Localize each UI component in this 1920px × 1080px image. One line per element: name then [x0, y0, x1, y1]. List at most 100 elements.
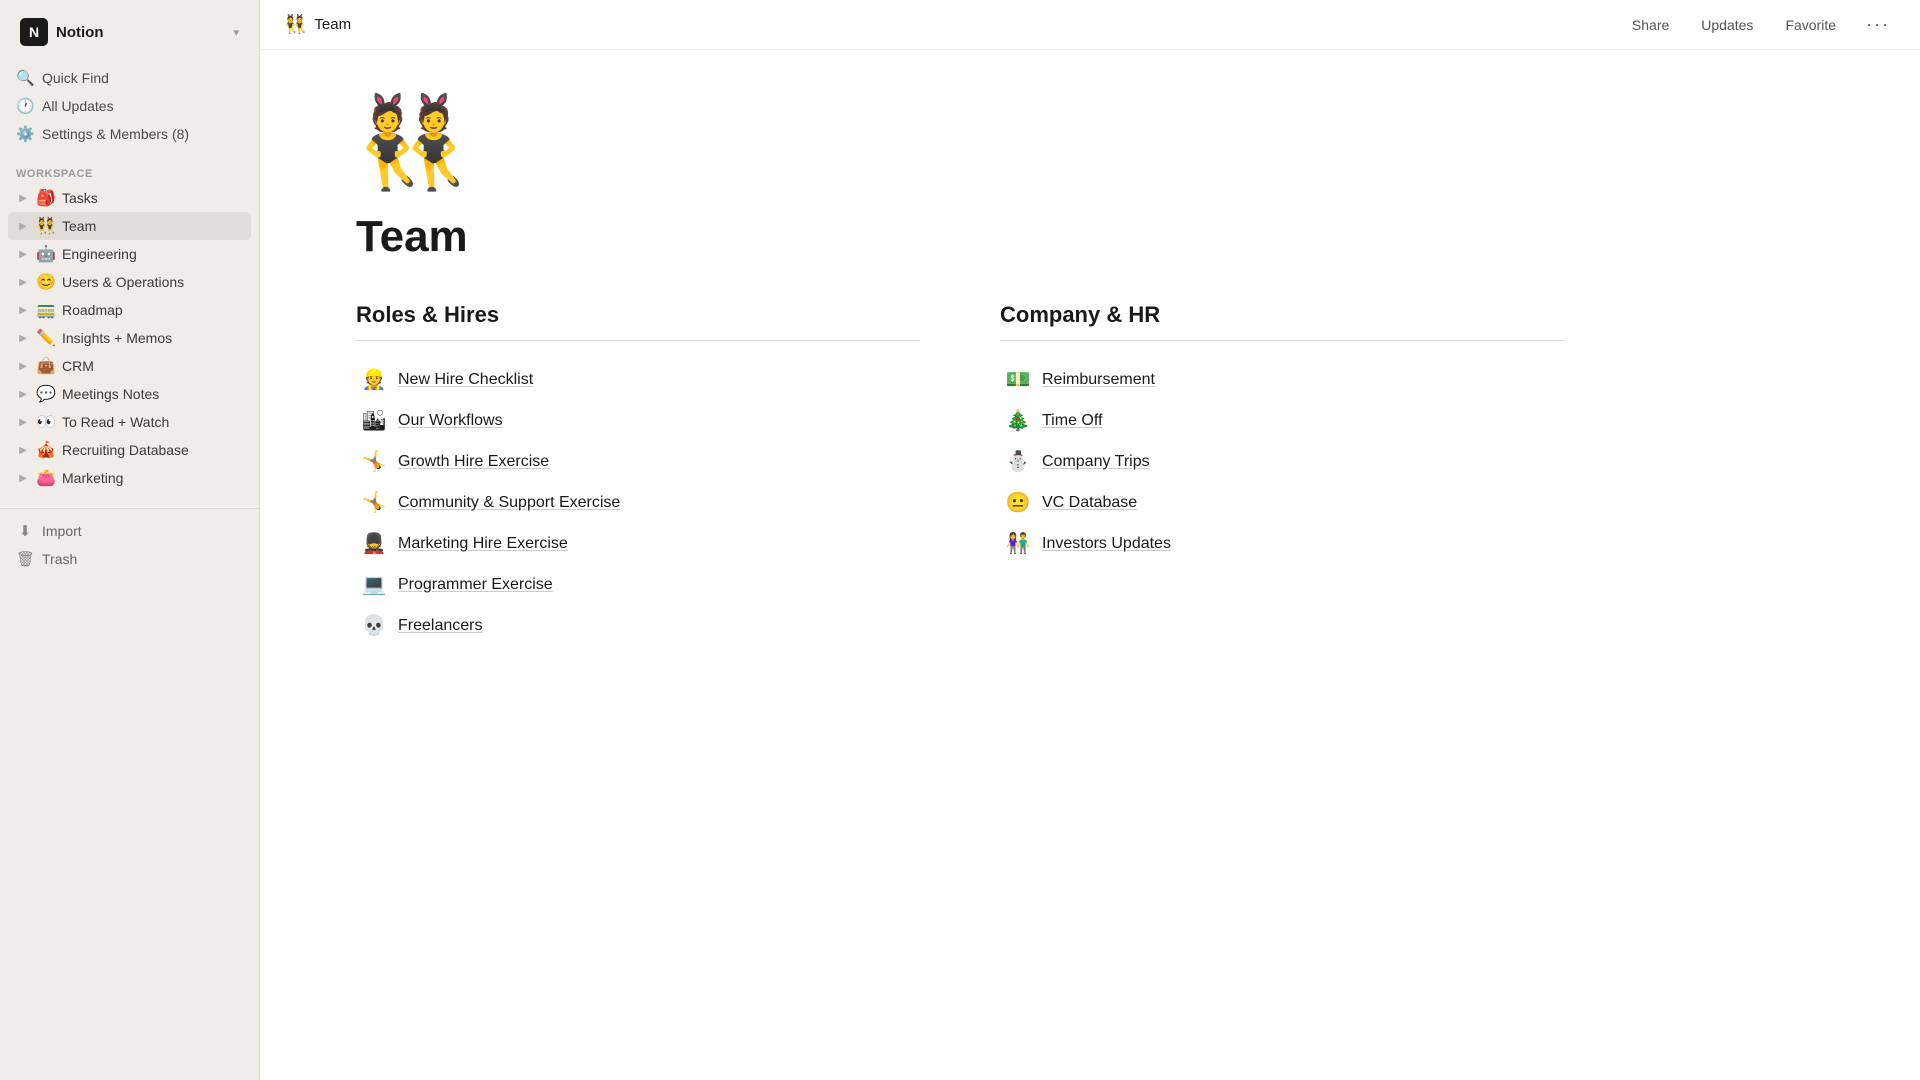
- crm-emoji: 👜: [36, 356, 56, 376]
- link-emoji: 🤸: [360, 490, 388, 515]
- link-emoji: 💵: [1004, 367, 1032, 392]
- sidebar-item-to-read-watch[interactable]: ▶ 👀 To Read + Watch: [8, 408, 251, 436]
- sidebar-item-engineering[interactable]: ▶ 🤖 Engineering: [8, 240, 251, 268]
- link-emoji: 👫: [1004, 531, 1032, 556]
- link-text: Time Off: [1042, 412, 1102, 430]
- gear-icon: ⚙️: [16, 125, 34, 143]
- main-content: 👯 Team Share Updates Favorite ··· 👯 Team…: [260, 0, 1920, 1080]
- sidebar-recruiting-label: Recruiting Database: [62, 442, 189, 458]
- sidebar-meetings-label: Meetings Notes: [62, 386, 159, 402]
- page-title: Team: [356, 212, 1564, 262]
- link-item-growth-hire-exercise[interactable]: 🤸 Growth Hire Exercise: [356, 443, 920, 480]
- share-button[interactable]: Share: [1624, 13, 1677, 37]
- sidebar-item-insights-memos[interactable]: ▶ ✏️ Insights + Memos: [8, 324, 251, 352]
- users-emoji: 😊: [36, 272, 56, 292]
- sidebar-item-meetings-notes[interactable]: ▶ 💬 Meetings Notes: [8, 380, 251, 408]
- more-options-button[interactable]: ···: [1860, 10, 1896, 39]
- workspace-items: ▶ 🎒 Tasks ▶ 👯 Team ▶ 🤖 Engineering ▶ 😊 U…: [0, 184, 259, 492]
- recruiting-emoji: 🎪: [36, 440, 56, 460]
- chevron-down-icon: ▾: [233, 26, 239, 39]
- hero-emoji: 👯: [356, 98, 1564, 188]
- read-watch-emoji: 👀: [36, 412, 56, 432]
- tasks-emoji: 🎒: [36, 188, 56, 208]
- sidebar-item-recruiting-database[interactable]: ▶ 🎪 Recruiting Database: [8, 436, 251, 464]
- sidebar-trash-label: Trash: [42, 551, 77, 567]
- link-emoji: 👷: [360, 367, 388, 392]
- column-company-hr: Company & HR 💵 Reimbursement 🎄 Time Off …: [1000, 302, 1564, 644]
- sidebar-item-tasks[interactable]: ▶ 🎒 Tasks: [8, 184, 251, 212]
- topbar-title: 👯 Team: [284, 14, 1624, 35]
- workspace-label: WORKSPACE: [0, 152, 259, 184]
- chevron-right-icon: ▶: [16, 221, 30, 232]
- link-emoji: 💂: [360, 531, 388, 556]
- sidebar-settings-label: Settings & Members (8): [42, 126, 189, 142]
- link-item-vc-database[interactable]: 😐 VC Database: [1000, 484, 1564, 521]
- link-item-investors-updates[interactable]: 👫 Investors Updates: [1000, 525, 1564, 562]
- trash-icon: 🗑: [16, 550, 34, 568]
- link-item-programmer-exercise[interactable]: 💻 Programmer Exercise: [356, 566, 920, 603]
- link-item-time-off[interactable]: 🎄 Time Off: [1000, 402, 1564, 439]
- import-icon: ⬇: [16, 522, 34, 540]
- chevron-right-icon: ▶: [16, 417, 30, 428]
- app-name: Notion: [56, 24, 103, 41]
- sidebar-tasks-label: Tasks: [62, 190, 98, 206]
- chevron-right-icon: ▶: [16, 249, 30, 260]
- link-text: Programmer Exercise: [398, 576, 553, 594]
- columns-container: Roles & Hires 👷 New Hire Checklist 🏙 Our…: [356, 302, 1564, 644]
- link-item-reimbursement[interactable]: 💵 Reimbursement: [1000, 361, 1564, 398]
- sidebar-item-settings[interactable]: ⚙️ Settings & Members (8): [8, 120, 251, 148]
- sidebar-insights-label: Insights + Memos: [62, 330, 172, 346]
- link-item-marketing-hire-exercise[interactable]: 💂 Marketing Hire Exercise: [356, 525, 920, 562]
- sidebar-all-updates-label: All Updates: [42, 98, 114, 114]
- sidebar-team-label: Team: [62, 218, 96, 234]
- link-item-new-hire-checklist[interactable]: 👷 New Hire Checklist: [356, 361, 920, 398]
- sidebar-item-trash[interactable]: 🗑 Trash: [8, 545, 251, 573]
- sidebar-crm-label: CRM: [62, 358, 94, 374]
- sidebar-item-marketing[interactable]: ▶ 👛 Marketing: [8, 464, 251, 492]
- link-item-community-support-exercise[interactable]: 🤸 Community & Support Exercise: [356, 484, 920, 521]
- team-emoji: 👯: [36, 216, 56, 236]
- meetings-emoji: 💬: [36, 384, 56, 404]
- sidebar-item-crm[interactable]: ▶ 👜 CRM: [8, 352, 251, 380]
- sidebar-import-label: Import: [42, 523, 82, 539]
- sidebar-item-quick-find[interactable]: 🔍 Quick Find: [8, 64, 251, 92]
- chevron-right-icon: ▶: [16, 333, 30, 344]
- link-emoji: 😐: [1004, 490, 1032, 515]
- link-emoji: 💀: [360, 613, 388, 638]
- topbar: 👯 Team Share Updates Favorite ···: [260, 0, 1920, 50]
- chevron-right-icon: ▶: [16, 445, 30, 456]
- link-text: Growth Hire Exercise: [398, 453, 549, 471]
- roadmap-emoji: 🚃: [36, 300, 56, 320]
- notion-logo-button[interactable]: N Notion ▾: [12, 12, 247, 52]
- link-item-freelancers[interactable]: 💀 Freelancers: [356, 607, 920, 644]
- link-text: Marketing Hire Exercise: [398, 535, 568, 553]
- sidebar: N Notion ▾ 🔍 Quick Find 🕐 All Updates ⚙️…: [0, 0, 260, 1080]
- sidebar-marketing-label: Marketing: [62, 470, 123, 486]
- sidebar-item-team[interactable]: ▶ 👯 Team: [8, 212, 251, 240]
- sidebar-roadmap-label: Roadmap: [62, 302, 123, 318]
- engineering-emoji: 🤖: [36, 244, 56, 264]
- insights-emoji: ✏️: [36, 328, 56, 348]
- link-text: Community & Support Exercise: [398, 494, 620, 512]
- link-text: VC Database: [1042, 494, 1137, 512]
- sidebar-item-all-updates[interactable]: 🕐 All Updates: [8, 92, 251, 120]
- link-text: Reimbursement: [1042, 371, 1155, 389]
- roles-hires-link-list: 👷 New Hire Checklist 🏙 Our Workflows 🤸 G…: [356, 361, 920, 644]
- favorite-button[interactable]: Favorite: [1777, 13, 1844, 37]
- sidebar-item-users-operations[interactable]: ▶ 😊 Users & Operations: [8, 268, 251, 296]
- chevron-right-icon: ▶: [16, 193, 30, 204]
- link-item-company-trips[interactable]: ⛄ Company Trips: [1000, 443, 1564, 480]
- link-item-our-workflows[interactable]: 🏙 Our Workflows: [356, 402, 920, 439]
- section-heading-company-hr: Company & HR: [1000, 302, 1564, 328]
- sidebar-item-roadmap[interactable]: ▶ 🚃 Roadmap: [8, 296, 251, 324]
- sidebar-item-import[interactable]: ⬇ Import: [8, 517, 251, 545]
- link-text: Freelancers: [398, 617, 482, 635]
- chevron-right-icon: ▶: [16, 473, 30, 484]
- updates-button[interactable]: Updates: [1693, 13, 1761, 37]
- link-emoji: 🏙: [360, 408, 388, 433]
- sidebar-users-label: Users & Operations: [62, 274, 184, 290]
- sidebar-header: N Notion ▾: [0, 0, 259, 60]
- link-text: Our Workflows: [398, 412, 503, 430]
- link-text: Investors Updates: [1042, 535, 1171, 553]
- page-name: Team: [314, 16, 351, 33]
